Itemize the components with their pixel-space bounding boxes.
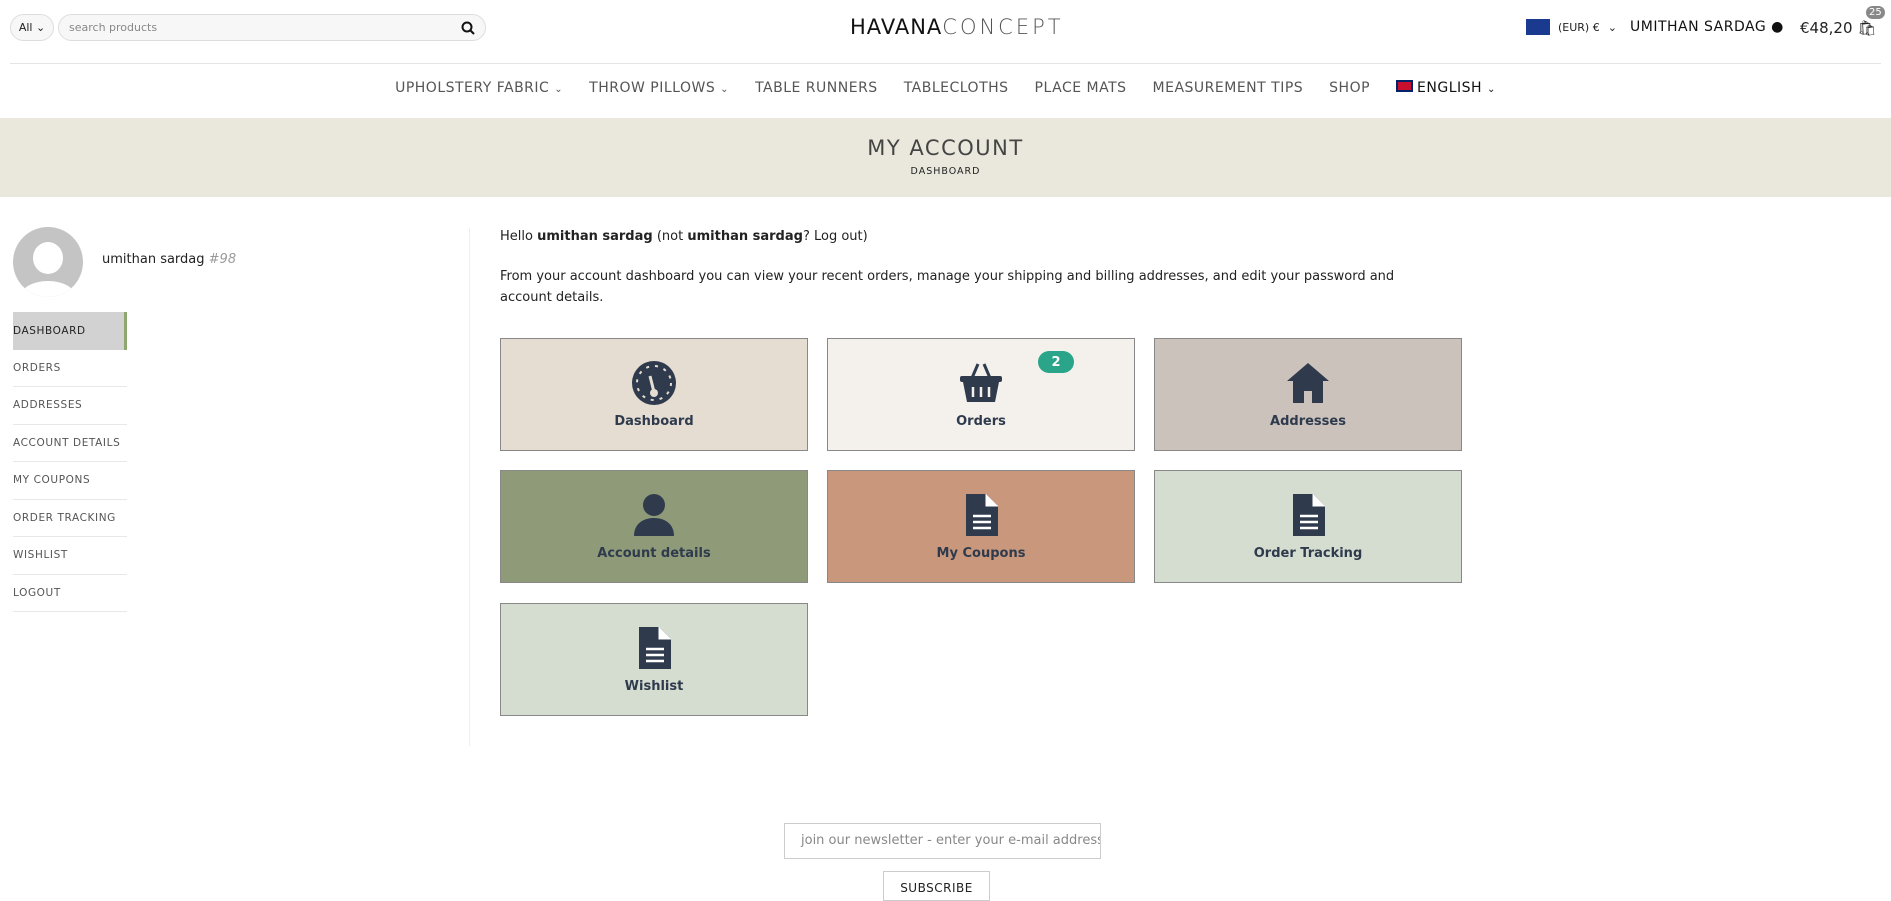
category-select[interactable]: All ⌄ — [10, 14, 54, 41]
home-icon — [1287, 363, 1329, 403]
nav-item-measurement-tips[interactable]: MEASUREMENT TIPS — [1153, 80, 1304, 96]
search-icon[interactable] — [461, 21, 475, 35]
search-input[interactable]: search products — [58, 14, 486, 41]
main-nav: UPHOLSTERY FABRIC ⌄ THROW PILLOWS ⌄ TABLE … — [0, 80, 1891, 96]
user-icon: ● — [1771, 19, 1784, 35]
cart-count-badge: 25 — [1866, 6, 1885, 19]
eu-flag-icon — [1526, 19, 1550, 35]
user-icon — [634, 494, 674, 536]
avatar — [13, 227, 83, 297]
file-icon — [1293, 494, 1325, 536]
nav-item-table-runners[interactable]: TABLE RUNNERS — [755, 80, 878, 96]
menu-item-my-coupons[interactable]: MY COUPONS — [13, 462, 127, 500]
card-addresses[interactable]: Addresses — [1154, 338, 1462, 451]
intro-text: From your account dashboard you can view… — [500, 269, 1395, 305]
menu-item-account-details[interactable]: ACCOUNT DETAILS — [13, 425, 127, 462]
gauge-icon — [632, 361, 676, 405]
menu-item-logout[interactable]: LOGOUT — [13, 575, 127, 612]
nav-item-throw-pillows[interactable]: THROW PILLOWS ⌄ — [589, 80, 729, 96]
card-my-coupons[interactable]: My Coupons — [827, 470, 1135, 583]
basket-icon — [960, 363, 1002, 402]
file-icon — [639, 627, 671, 669]
orders-count-badge: 2 — [1038, 351, 1074, 373]
page-title: MY ACCOUNT — [867, 136, 1024, 160]
menu-item-orders[interactable]: ORDERS — [13, 350, 127, 387]
account-link[interactable]: UMITHAN SARDAG ● — [1630, 19, 1784, 35]
card-account-details[interactable]: Account details — [500, 470, 808, 583]
nav-item-upholstery-fabric[interactable]: UPHOLSTERY FABRIC ⌄ — [395, 80, 563, 96]
newsletter-email-input[interactable]: join our newsletter - enter your e-mail … — [784, 823, 1101, 859]
card-dashboard[interactable]: Dashboard — [500, 338, 808, 451]
greeting: Hello umithan sardag (not umithan sardag… — [500, 229, 868, 244]
chevron-down-icon: ⌄ — [554, 84, 564, 95]
header-divider — [10, 63, 1881, 64]
subscribe-button[interactable]: SUBSCRIBE — [883, 871, 990, 901]
chevron-down-icon: ⌄ — [720, 84, 730, 95]
card-wishlist[interactable]: Wishlist — [500, 603, 808, 716]
cart-link[interactable]: €48,20 🛍 — [1800, 19, 1876, 37]
file-icon — [966, 494, 998, 536]
currency-switcher[interactable]: (EUR) € ⌄ — [1526, 19, 1617, 35]
menu-item-order-tracking[interactable]: ORDER TRACKING — [13, 500, 127, 537]
card-orders[interactable]: Orders 2 — [827, 338, 1135, 451]
page-banner: MY ACCOUNT DASHBOARD — [0, 118, 1891, 197]
account-menu: DASHBOARD ORDERS ADDRESSES ACCOUNT DETAILS M… — [13, 312, 127, 612]
chevron-down-icon: ⌄ — [1487, 84, 1496, 95]
breadcrumb: DASHBOARD — [910, 166, 981, 177]
logout-link[interactable]: ? Log out) — [803, 229, 868, 244]
menu-item-dashboard[interactable]: DASHBOARD — [13, 312, 127, 350]
sidebar-divider — [469, 228, 470, 746]
menu-item-wishlist[interactable]: WISHLIST — [13, 537, 127, 575]
uk-flag-icon — [1396, 80, 1414, 92]
bag-icon: 🛍 — [1857, 19, 1877, 37]
menu-item-addresses[interactable]: ADDRESSES — [13, 387, 127, 425]
nav-item-tablecloths[interactable]: TABLECLOTHS — [904, 80, 1009, 96]
card-order-tracking[interactable]: Order Tracking — [1154, 470, 1462, 583]
profile-name: umithan sardag #98 — [102, 252, 237, 267]
logo[interactable]: HAVANACONCEPT — [850, 15, 1064, 39]
nav-item-english[interactable]: ENGLISH ⌄ — [1396, 80, 1496, 96]
nav-item-place-mats[interactable]: PLACE MATS — [1035, 80, 1127, 96]
nav-item-shop[interactable]: SHOP — [1329, 80, 1370, 96]
